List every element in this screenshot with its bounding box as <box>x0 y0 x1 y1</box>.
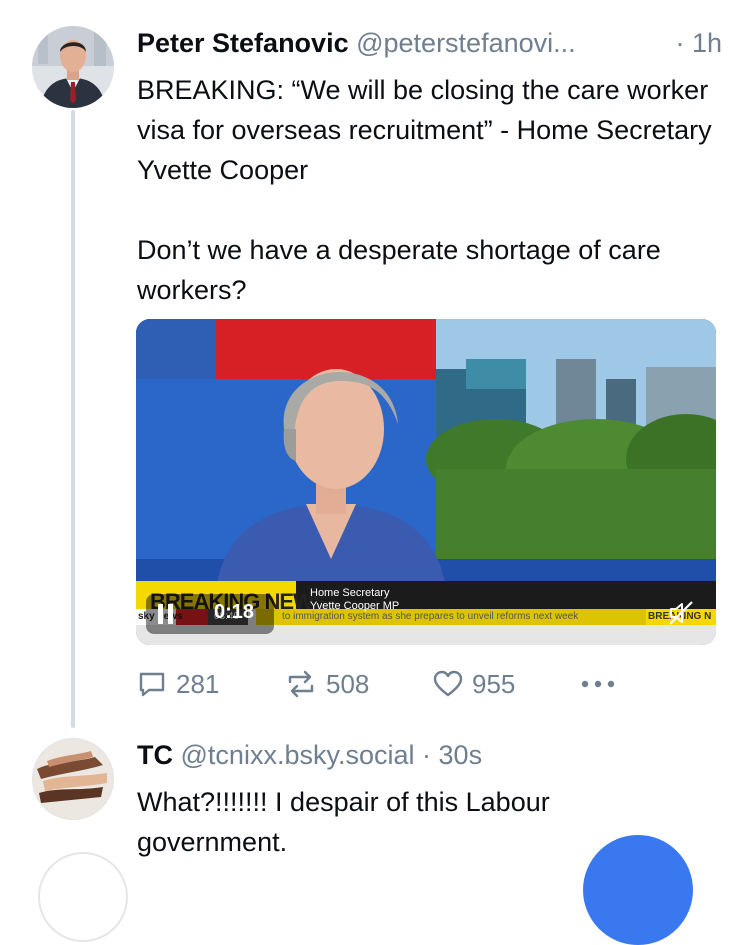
caption-lower-third: Home Secretary Yvette Cooper MP <box>310 587 399 613</box>
post-actions: 281 508 955 <box>136 666 726 702</box>
reply-avatar-image <box>33 739 113 819</box>
reply-count: 281 <box>176 668 220 699</box>
like-count: 955 <box>472 668 516 699</box>
thread-line <box>71 110 75 728</box>
elapsed-time: 0:18 <box>214 601 255 623</box>
author-avatar-image <box>32 26 114 108</box>
video-player[interactable]: BREAKING NEWS Home Secretary Yvette Coop… <box>136 319 716 645</box>
author-avatar[interactable] <box>32 26 114 108</box>
next-reply-avatar[interactable] <box>38 852 128 942</box>
post-time[interactable]: · 1h <box>675 26 722 60</box>
repost-count: 508 <box>326 668 370 699</box>
reply-time[interactable]: · 30s <box>422 740 482 770</box>
reply-author-avatar[interactable] <box>32 738 114 820</box>
repost-button[interactable]: 508 <box>284 666 369 702</box>
post-text: BREAKING: “We will be closing the care w… <box>137 75 712 305</box>
heart-icon <box>433 670 463 697</box>
repost-icon <box>288 670 314 698</box>
muted-speaker-icon[interactable] <box>666 598 696 633</box>
reply-author-name[interactable]: TC <box>137 740 173 770</box>
reply-header: TC @tcnixx.bsky.social · 30s <box>137 738 482 772</box>
post-header: Peter Stefanovic @peterstefanovi... · 1h <box>137 26 722 60</box>
author-handle[interactable]: @peterstefanovi... <box>356 28 576 58</box>
pause-icon[interactable] <box>156 602 176 631</box>
more-dots-icon <box>581 680 615 688</box>
reply-author-handle[interactable]: @tcnixx.bsky.social <box>181 740 415 770</box>
more-options-button[interactable] <box>580 666 624 702</box>
like-button[interactable]: 955 <box>432 666 515 702</box>
reply-button[interactable]: 281 <box>136 666 219 702</box>
reply-icon <box>139 672 165 697</box>
compose-fab-button[interactable] <box>583 835 693 945</box>
caption-title: Home Secretary <box>310 587 390 599</box>
news-ticker: to immigration system as she prepares to… <box>282 611 579 622</box>
author-name[interactable]: Peter Stefanovic <box>137 28 349 58</box>
